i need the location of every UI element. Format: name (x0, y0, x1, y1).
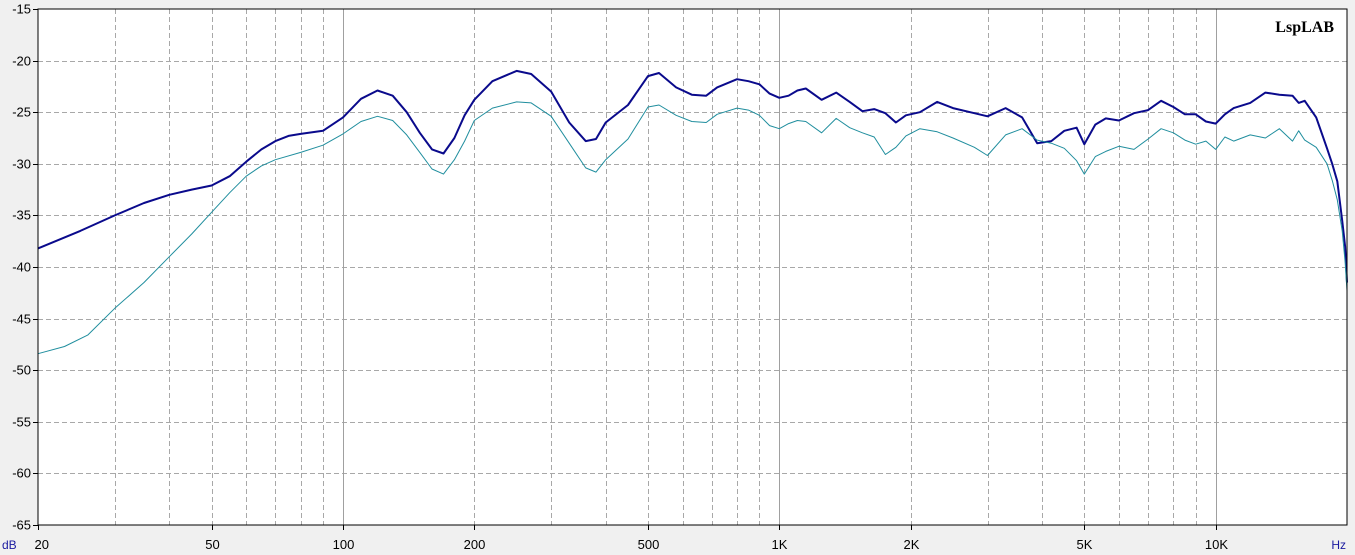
y-tick-label: -45 (12, 312, 31, 327)
y-tick-label: -65 (12, 518, 31, 533)
y-tick-label: -15 (12, 2, 31, 17)
x-tick-label: 1K (772, 537, 788, 552)
y-tick-label: -60 (12, 466, 31, 481)
y-axis: -15 -20 -25 -30 -35 -40 -45 -50 -55 -60 -65 (12, 2, 38, 533)
y-unit-label: dB (2, 538, 17, 552)
y-tick-label: -50 (12, 363, 31, 378)
brand-logo-text: LspLAB (1275, 19, 1334, 36)
y-tick-label: -30 (12, 157, 31, 172)
frequency-response-chart: -15 -20 -25 -30 -35 -40 -45 -50 -55 -60 -65 20 50 10… (2, 2, 1348, 552)
x-tick-label: 200 (464, 537, 486, 552)
x-tick-label: 100 (333, 537, 355, 552)
x-tick-label: 5K (1077, 537, 1093, 552)
y-tick-label: -20 (12, 54, 31, 69)
y-tick-label: -35 (12, 208, 31, 223)
x-tick-label: 50 (205, 537, 219, 552)
x-tick-label: 500 (638, 537, 660, 552)
y-tick-label: -25 (12, 105, 31, 120)
y-tick-label: -40 (12, 260, 31, 275)
x-tick-label: 10K (1205, 537, 1228, 552)
x-tick-label: 2K (904, 537, 920, 552)
x-axis: 20 50 100 200 500 1K 2K 5K 10K (35, 525, 1228, 552)
x-unit-label: Hz (1331, 538, 1346, 552)
x-tick-label: 20 (35, 537, 49, 552)
y-tick-label: -55 (12, 415, 31, 430)
